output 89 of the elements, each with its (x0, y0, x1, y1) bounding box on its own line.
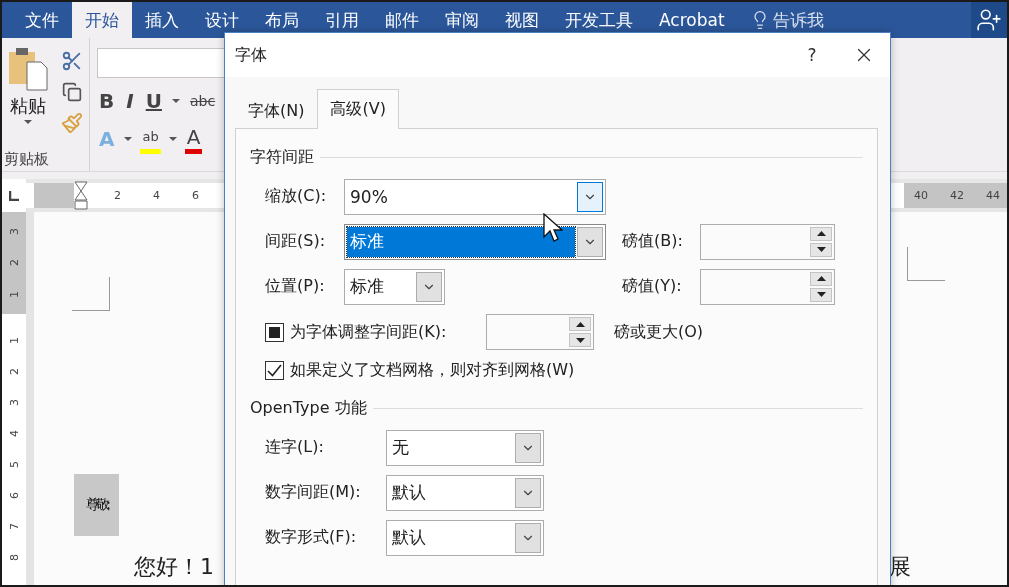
font-color-button[interactable]: A (184, 124, 203, 154)
triangle-up-icon (575, 321, 585, 327)
ruler-number: 5 (7, 461, 21, 468)
crop-mark (72, 277, 110, 311)
caret-icon (24, 120, 32, 124)
spin-up-button[interactable] (810, 226, 832, 241)
spin-up-button[interactable] (810, 271, 832, 286)
spin-field[interactable] (700, 223, 835, 260)
section-title: 字符间距 (250, 146, 314, 168)
checkbox[interactable] (265, 360, 284, 380)
field-label: 连字(L): (265, 437, 325, 458)
ruler-number: 42 (950, 189, 964, 202)
underline-button[interactable]: U (143, 89, 164, 113)
field-label: 磅值(B): (622, 231, 684, 252)
triangle-down-icon (816, 292, 826, 297)
checkmark-icon (267, 363, 282, 377)
dialog-tab[interactable]: 字体(N) (235, 93, 318, 129)
ruler-number: 2 (114, 189, 121, 202)
ruler-number: 2 (7, 259, 21, 267)
ruler-number: 2 (7, 368, 21, 375)
caret-icon (168, 137, 177, 141)
square-icon (269, 326, 280, 338)
triangle-up-icon (816, 231, 826, 236)
ruler-number: 7 (7, 523, 21, 530)
dropdown[interactable]: 90% (344, 178, 606, 215)
dropdown[interactable]: 标准 (344, 268, 445, 305)
ruler-number: 6 (192, 189, 199, 202)
copy-icon[interactable] (62, 82, 82, 102)
dropdown[interactable]: 默认 (386, 474, 544, 511)
triangle-down-icon (575, 337, 585, 343)
highlight-button[interactable]: ab (140, 124, 161, 154)
field-label: 磅值(Y): (622, 276, 683, 297)
dropdown[interactable]: 标准 (344, 223, 606, 260)
spin-down-button[interactable] (569, 333, 591, 347)
spin-up-button[interactable] (569, 317, 591, 331)
triangle-down-icon (816, 247, 826, 252)
ruler-number: 8 (7, 554, 21, 561)
share-button[interactable] (971, 2, 1007, 38)
field-label: 位置(P): (265, 276, 326, 297)
field-label: 数字形式(F): (265, 527, 358, 548)
field-label: 间距(S): (265, 231, 327, 252)
indent-marker-icon[interactable] (74, 180, 88, 211)
tell-me-button[interactable]: 告诉我 (749, 2, 824, 38)
checkbox-label: 如果定义了文档网格，则对齐到网格(W) (290, 359, 575, 381)
ruler-number: 1 (7, 337, 21, 344)
shaded-text: 尊敬: (74, 474, 119, 536)
dropdown[interactable]: 无 (386, 429, 544, 466)
scissors-icon[interactable] (61, 50, 83, 72)
tab-stop-icon[interactable] (9, 190, 19, 201)
checkbox-label: 为字体调整字间距(K): (290, 321, 448, 343)
field-label: 数字间距(M): (265, 482, 362, 503)
ruler-number: 1 (7, 290, 21, 298)
triangle-up-icon (816, 276, 826, 281)
italic-button[interactable]: I (124, 89, 136, 113)
ruler-number: 3 (7, 228, 21, 236)
bold-button[interactable]: B (97, 89, 117, 113)
dialog-tab[interactable]: 高级(V) (317, 89, 399, 129)
spin-down-button[interactable] (810, 242, 832, 257)
caret-icon (124, 137, 133, 141)
clipboard-icon (7, 46, 49, 92)
field-label: 磅或更大(O) (614, 321, 704, 343)
checkbox[interactable] (265, 322, 284, 342)
caret-icon (171, 99, 180, 103)
strikethrough-button[interactable]: abc (187, 89, 218, 113)
field-label: 缩放(C): (265, 186, 328, 207)
ruler-margin (34, 183, 74, 208)
help-button[interactable]: ? (786, 45, 838, 65)
dialog-title: 字体 (235, 44, 267, 66)
spin-field[interactable] (486, 314, 594, 350)
ruler-number: 4 (7, 430, 21, 437)
ruler-number: 4 (153, 189, 160, 202)
group-label: 剪贴板 (3, 148, 50, 170)
ribbon-tab[interactable]: 插入 (132, 2, 192, 38)
user-plus-icon (976, 7, 1002, 33)
mouse-pointer-icon (543, 213, 563, 243)
paste-button[interactable]: 粘贴 (10, 94, 46, 118)
document-text: 您好！1 (134, 553, 214, 581)
ruler-number: 44 (986, 189, 1000, 202)
ribbon-tab[interactable]: 文件 (12, 2, 72, 38)
dropdown[interactable]: 默认 (386, 519, 544, 556)
spin-field[interactable] (700, 268, 835, 305)
ruler-number: 3 (7, 399, 21, 406)
crop-mark (907, 247, 945, 281)
section-title: OpenType 功能 (250, 397, 367, 419)
ruler-number: 6 (7, 492, 21, 499)
spin-down-button[interactable] (810, 287, 832, 302)
document-text: 展 (889, 553, 911, 581)
ruler-number: 40 (914, 189, 928, 202)
ribbon-tab[interactable]: 开始 (72, 2, 132, 38)
